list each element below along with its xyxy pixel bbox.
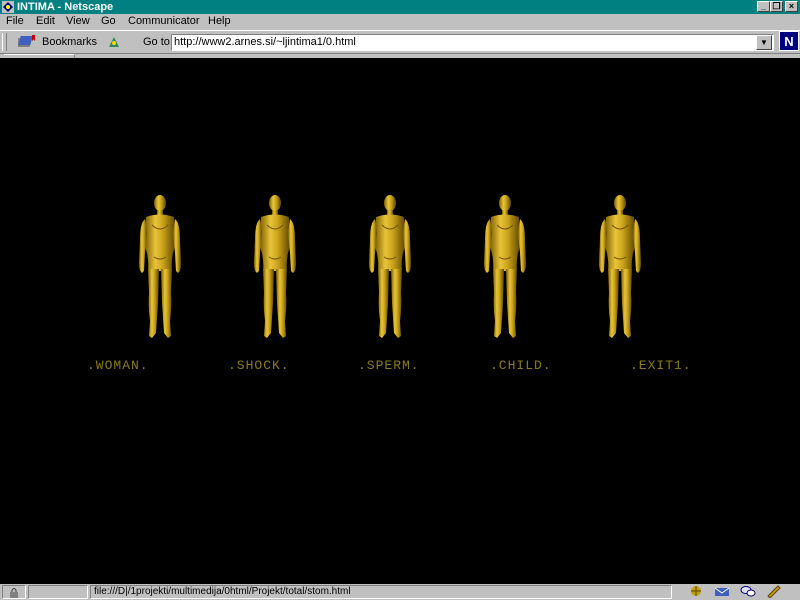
human-figure-sperm[interactable] <box>360 193 420 343</box>
composer-component-icon[interactable] <box>766 585 782 598</box>
progress-bar <box>28 585 88 599</box>
url-dropdown-button[interactable]: ▼ <box>756 35 772 50</box>
link-shock[interactable]: .SHOCK. <box>228 358 290 373</box>
menu-file[interactable]: File <box>6 15 24 27</box>
mailbox-component-icon[interactable] <box>714 585 730 598</box>
menu-communicator[interactable]: Communicator <box>128 15 200 27</box>
menu-help[interactable]: Help <box>208 15 231 27</box>
page-content: .WOMAN. .SHOCK. .SPERM. .CHILD. .EXIT1. <box>0 58 800 584</box>
menu-go[interactable]: Go <box>101 15 116 27</box>
page-location-icon[interactable] <box>107 35 121 49</box>
status-bar: file:///D|/1projekti/multimedija/0html/P… <box>0 584 800 600</box>
netscape-window-icon <box>2 1 14 13</box>
link-woman[interactable]: .WOMAN. <box>87 358 149 373</box>
window-title: INTIMA - Netscape <box>17 1 114 13</box>
status-text: file:///D|/1projekti/multimedija/0html/P… <box>94 586 351 597</box>
link-sperm[interactable]: .SPERM. <box>358 358 420 373</box>
bookmarks-label: Bookmarks <box>42 36 98 48</box>
netscape-logo[interactable]: N <box>779 31 799 51</box>
link-child[interactable]: .CHILD. <box>490 358 552 373</box>
bookmarks-icon <box>18 35 35 47</box>
navigator-component-icon[interactable] <box>688 585 704 598</box>
maximize-button[interactable]: ❐ <box>770 1 783 12</box>
menu-view[interactable]: View <box>66 15 90 27</box>
discussions-component-icon[interactable] <box>740 585 756 598</box>
link-exit[interactable]: .EXIT1. <box>630 358 692 373</box>
toolbar-grip[interactable] <box>2 33 7 51</box>
minimize-button[interactable]: _ <box>757 1 770 12</box>
close-button[interactable]: × <box>785 1 798 12</box>
human-figure-woman[interactable] <box>130 193 190 343</box>
url-input[interactable]: http://www2.arnes.si/~ljintima1/0.html <box>171 34 774 51</box>
security-status[interactable] <box>2 585 26 599</box>
security-lock-icon <box>10 588 18 598</box>
human-figure-shock[interactable] <box>245 193 305 343</box>
menu-bar: File Edit View Go Communicator Help <box>0 14 800 30</box>
goto-label: Go to: <box>143 36 173 48</box>
menu-edit[interactable]: Edit <box>36 15 55 27</box>
human-figure-child[interactable] <box>475 193 535 343</box>
location-toolbar: Bookmarks Go to: http://www2.arnes.si/~l… <box>0 30 800 54</box>
human-figure-exit[interactable] <box>590 193 650 343</box>
title-bar: INTIMA - Netscape _ ❐ × <box>0 0 800 14</box>
